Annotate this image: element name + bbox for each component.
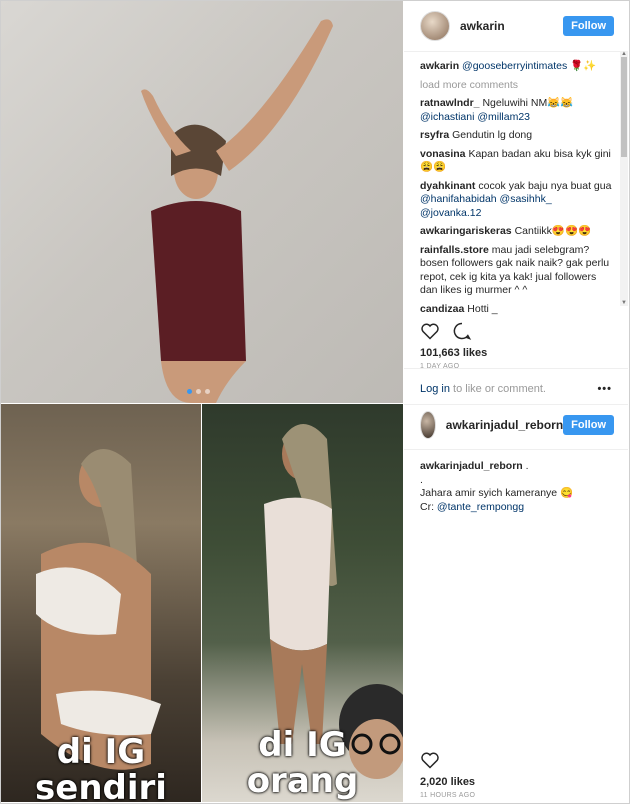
post-username[interactable]: awkarin (460, 19, 563, 33)
avatar[interactable] (420, 411, 436, 439)
action-bar (404, 315, 628, 345)
caption-credit-mention[interactable]: @tante_rempongg (437, 501, 524, 513)
caption-username[interactable]: awkarinjadul_reborn (420, 460, 523, 472)
meme-photo-left[interactable]: di IG sendiri (1, 404, 201, 802)
comment-item: vonasina Kapan badan aku bisa kyk gini 😩… (420, 148, 612, 175)
post-username[interactable]: awkarinjadul_reborn (446, 418, 563, 432)
comment-list: awkarin @gooseberryintimates 🌹✨ load mor… (404, 52, 628, 315)
meme-caption-left-line1: di IG (56, 732, 146, 772)
meme-caption-left-line2: sendiri (35, 768, 167, 802)
comment-username[interactable]: candizaa (420, 303, 464, 315)
comment-text: Cantiikk😍😍😍 (514, 225, 592, 237)
comment-username[interactable]: awkaringariskeras (420, 225, 512, 237)
comment-text: Ngeluwihi NM😹😹 (482, 97, 574, 109)
comment-username[interactable]: rainfalls.store (420, 244, 489, 256)
comment-text: Hotti _ (467, 302, 498, 315)
comment-text: Gendutin lg dong (452, 129, 533, 141)
login-prompt: Log in to like or comment. ••• (404, 368, 628, 395)
post-panel-awkarinjadul: awkarinjadul_reborn Follow awkarinjadul_… (404, 404, 628, 803)
login-prompt-text: to like or comment. (449, 383, 546, 395)
comment-item: awkaringariskeras Cantiikk😍😍😍 (420, 225, 612, 239)
comment-username[interactable]: rsyfra (420, 129, 449, 141)
meme-caption-right: di IG orang (202, 727, 403, 799)
carousel-dot[interactable] (196, 389, 201, 394)
scrollbar-thumb[interactable] (621, 57, 627, 157)
meme-caption-left: di IG sendiri (1, 734, 201, 802)
follow-button[interactable]: Follow (563, 415, 614, 435)
login-link[interactable]: Log in (420, 383, 450, 395)
caption: awkarinjadul_reborn . . Jahara amir syic… (404, 449, 628, 514)
caption-username[interactable]: awkarin (420, 60, 459, 72)
comment-mentions[interactable]: @hanifahabidah @sasihhk_ @jovanka.12 (420, 193, 552, 219)
caption-credit-prefix: Cr: (420, 500, 437, 513)
more-options-icon[interactable]: ••• (597, 383, 612, 395)
like-count[interactable]: 101,663 likes (404, 345, 628, 359)
comment-mentions[interactable]: @ichastiani @millam23 (420, 111, 530, 123)
heart-icon[interactable] (420, 321, 440, 341)
post2-footer: 2,020 likes 11 HOURS AGO (404, 750, 628, 799)
avatar[interactable] (420, 11, 450, 41)
comment-item: rainfalls.store mau jadi selebgram? bose… (420, 244, 612, 298)
post-header: awkarin Follow (404, 1, 628, 52)
caption-emoji: 🌹✨ (570, 60, 597, 72)
post-timestamp[interactable]: 11 HOURS AGO (404, 788, 628, 799)
comment-item: rsyfra Gendutin lg dong (420, 129, 612, 143)
heart-icon[interactable] (420, 750, 440, 770)
action-bar (404, 750, 628, 774)
post-photo-main[interactable] (1, 1, 403, 403)
comment-username[interactable]: dyahkinant (420, 180, 475, 192)
caption-mention[interactable]: @gooseberryintimates (462, 60, 567, 72)
comment-text: cocok yak baju nya buat gua (478, 179, 612, 192)
comment-item: ratnawlndr_ Ngeluwihi NM😹😹 @ichastiani @m… (420, 97, 612, 124)
meme-caption-right-line1: di IG (258, 725, 347, 765)
comment-scrollbar[interactable]: ▲ ▼ (620, 51, 628, 306)
carousel-dot-active[interactable] (187, 389, 192, 394)
swimsuit-model-figure (141, 19, 333, 403)
load-more-comments-link[interactable]: load more comments (420, 79, 612, 93)
post-panel-awkarin: awkarin Follow awkarin @gooseberryintima… (404, 1, 628, 403)
comment-item: dyahkinant cocok yak baju nya buat gua @h… (420, 180, 612, 221)
like-count[interactable]: 2,020 likes (404, 774, 628, 788)
caption: awkarin @gooseberryintimates 🌹✨ (420, 60, 612, 74)
comment-username[interactable]: vonasina (420, 148, 466, 160)
comment-username[interactable]: ratnawlndr_ (420, 97, 480, 109)
comment-item: candizaa Hotti _ (420, 303, 612, 316)
comment-icon[interactable] (452, 321, 472, 341)
post-header: awkarinjadul_reborn Follow (404, 405, 628, 445)
follow-button[interactable]: Follow (563, 16, 614, 36)
carousel-dot[interactable] (205, 389, 210, 394)
caption-line3: Jahara amir syich kameranye 😋 (420, 487, 574, 499)
scroll-down-arrow-icon[interactable]: ▼ (620, 300, 628, 306)
meme-caption-right-line2: orang (246, 761, 359, 801)
carousel-indicator[interactable] (187, 389, 210, 394)
meme-photo-right[interactable]: di IG orang (202, 404, 403, 802)
caption-line2: . (420, 473, 423, 486)
caption-line1: . (522, 460, 529, 472)
